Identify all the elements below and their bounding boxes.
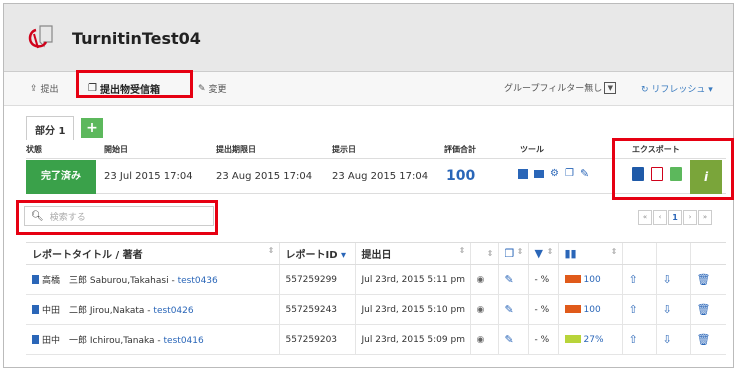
- add-part-button[interactable]: +: [81, 118, 103, 138]
- author-link[interactable]: test0436: [178, 276, 218, 286]
- refresh-icon: ↻: [641, 85, 649, 95]
- label-status: 状態: [26, 145, 42, 154]
- col-date[interactable]: 提出日 ⇕: [354, 242, 470, 265]
- col-upload: [621, 242, 656, 265]
- upload-icon: ⇪: [30, 83, 38, 94]
- trash-icon[interactable]: 🗑︎: [689, 324, 726, 355]
- row-id: 557259243: [278, 294, 355, 325]
- document-icon: [32, 305, 39, 314]
- similarity-score[interactable]: 100: [557, 264, 622, 295]
- similarity-score[interactable]: 100: [557, 294, 622, 325]
- submissions-table: レポートタイトル / 著者 ⇕ レポートID ▾ 提出日 ⇕ ⇕ ❐ ⇕ ▼ ⇕ ▮▮ ⇕…: [26, 242, 726, 355]
- row-pct: - %: [527, 294, 558, 325]
- row-title: 中田 二郎 Jirou,Nakata - test0426: [26, 294, 279, 325]
- page-next[interactable]: ›: [683, 210, 697, 225]
- row-date: Jul 23rd, 2015 5:10 pm: [354, 294, 470, 325]
- col-download: [655, 242, 690, 265]
- row-id: 557259299: [278, 264, 355, 295]
- turnitin-logo-icon: [28, 25, 53, 49]
- refresh-button[interactable]: ↻ リフレッシュ ▾: [641, 82, 713, 95]
- row-title: 高橋 三郎 Saburou,Takahasi - test0436: [26, 264, 279, 295]
- submit-button[interactable]: ⇪ 提出: [30, 82, 59, 96]
- label-tools: ツール: [520, 145, 544, 154]
- row-date: Jul 23rd, 2015 5:09 pm: [354, 324, 470, 355]
- label-grade: 評価合計: [444, 145, 476, 154]
- due-date: 23 Aug 2015 17:04: [216, 171, 313, 182]
- label-start: 開始日: [104, 145, 128, 154]
- download-icon[interactable]: ⇩: [655, 324, 690, 355]
- row-title: 田中 一郎 Ichirou,Tanaka - test0416: [26, 324, 279, 355]
- highlight-export: [612, 138, 734, 200]
- table-row: 高橋 三郎 Saburou,Takahasi - test0436 557259…: [26, 264, 726, 295]
- col-viewed[interactable]: ⇕: [469, 242, 498, 265]
- pagination: « ‹ 1 › »: [638, 210, 712, 225]
- edit-button[interactable]: ✎ 変更: [198, 82, 227, 96]
- col-title[interactable]: レポートタイトル / 著者 ⇕: [26, 242, 279, 265]
- grid-icon[interactable]: [518, 169, 528, 179]
- upload-icon[interactable]: ⇧: [621, 294, 656, 325]
- similarity-score[interactable]: 27%: [557, 324, 622, 355]
- page-current[interactable]: 1: [668, 210, 682, 225]
- page-last[interactable]: »: [698, 210, 712, 225]
- start-date: 23 Jul 2015 17:04: [104, 171, 193, 182]
- app-title: TurnitinTest04: [72, 29, 201, 48]
- chevron-down-icon: ▼: [604, 81, 617, 94]
- tools-group: ⚙ ❐ ✎: [518, 168, 589, 179]
- col-id[interactable]: レポートID ▾: [278, 242, 355, 265]
- upload-icon[interactable]: ⇧: [621, 324, 656, 355]
- status-completed-button[interactable]: 完了済み: [26, 160, 96, 194]
- page-prev[interactable]: ‹: [653, 210, 667, 225]
- download-icon[interactable]: ⇩: [655, 264, 690, 295]
- col-grademark[interactable]: ❐ ⇕: [497, 242, 528, 265]
- row-pct: - %: [527, 264, 558, 295]
- grademark-pencil-icon[interactable]: ✎: [497, 264, 528, 295]
- label-due: 提出期限日: [216, 145, 256, 154]
- row-date: Jul 23rd, 2015 5:11 pm: [354, 264, 470, 295]
- document-icon: [32, 275, 39, 284]
- label-post: 提示日: [332, 145, 356, 154]
- upload-icon[interactable]: ⇧: [621, 264, 656, 295]
- pencil-icon[interactable]: ✎: [580, 168, 589, 179]
- col-filter[interactable]: ▼ ⇕: [527, 242, 558, 265]
- pencil-icon: ✎: [198, 83, 206, 94]
- post-date: 23 Aug 2015 17:04: [332, 171, 429, 182]
- document-icon: [32, 335, 39, 344]
- highlight-inbox: [76, 70, 193, 98]
- header: TurnitinTest04: [4, 4, 733, 72]
- settings-icon[interactable]: ⚙: [550, 169, 559, 179]
- page-first[interactable]: «: [638, 210, 652, 225]
- trash-icon[interactable]: 🗑︎: [689, 294, 726, 325]
- trash-icon[interactable]: 🗑︎: [689, 264, 726, 295]
- message-icon[interactable]: [534, 170, 544, 178]
- table-row: 中田 二郎 Jirou,Nakata - test0426 557259243 …: [26, 294, 726, 325]
- grade-total: 100: [446, 168, 476, 184]
- grademark-pencil-icon[interactable]: ✎: [497, 324, 528, 355]
- row-pct: - %: [527, 324, 558, 355]
- author-link[interactable]: test0426: [153, 306, 193, 316]
- viewed-eye-icon: ◉: [469, 324, 498, 355]
- group-filter-select[interactable]: グループフィルター無し ▼: [504, 81, 617, 94]
- col-delete: [689, 242, 726, 265]
- download-icon[interactable]: ⇩: [655, 294, 690, 325]
- table-row: 田中 一郎 Ichirou,Tanaka - test0416 55725920…: [26, 324, 726, 355]
- col-similarity[interactable]: ▮▮ ⇕: [557, 242, 622, 265]
- tab-part-1[interactable]: 部分 1: [26, 116, 74, 140]
- author-link[interactable]: test0416: [164, 336, 204, 346]
- highlight-search: [16, 200, 218, 235]
- viewed-eye-icon: ◉: [469, 294, 498, 325]
- row-id: 557259203: [278, 324, 355, 355]
- viewed-eye-icon: ◉: [469, 264, 498, 295]
- grademark-pencil-icon[interactable]: ✎: [497, 294, 528, 325]
- grademark-icon[interactable]: ❐: [565, 169, 574, 179]
